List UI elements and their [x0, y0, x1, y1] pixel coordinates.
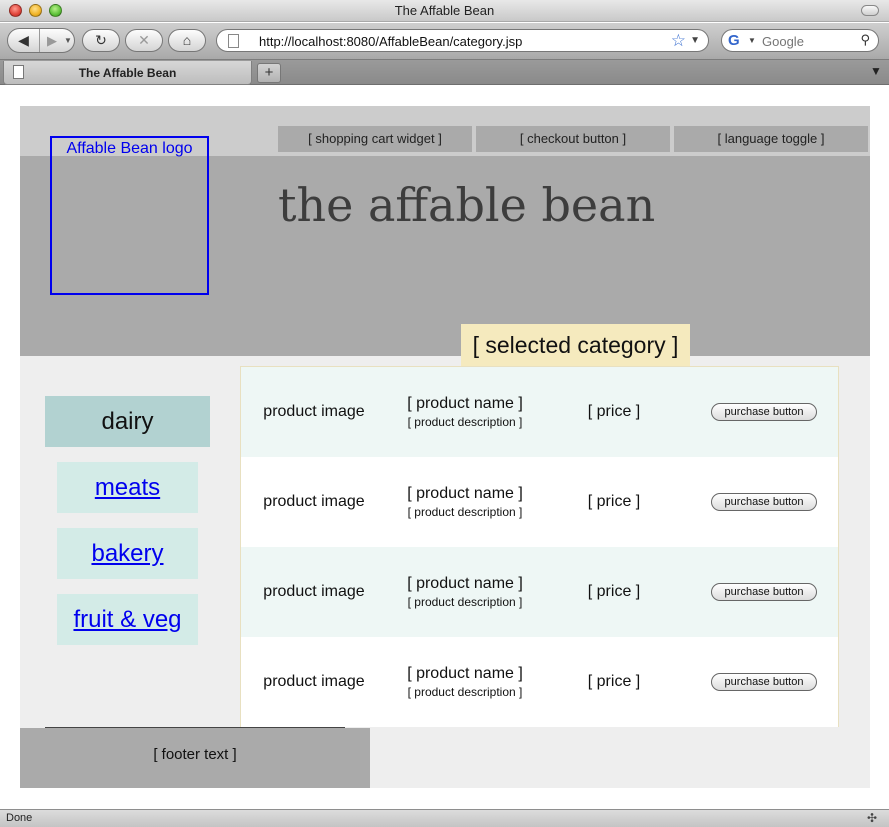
product-row: product image [ product name ] [ product… — [241, 637, 838, 727]
search-input[interactable] — [762, 33, 857, 49]
tab-label: The Affable Bean — [78, 66, 177, 80]
category-bakery[interactable]: bakery — [57, 528, 198, 579]
product-price: [ price ] — [587, 493, 641, 510]
product-price: [ price ] — [587, 673, 641, 690]
site-title: the affable bean — [278, 178, 656, 232]
browser-toolbar: ◀ ▶ ▼ ↻ ✕ ⌂ http://localhost:8080/Affabl… — [0, 23, 889, 59]
stop-icon: ✕ — [138, 32, 150, 48]
product-description: [ product description ] — [407, 685, 523, 699]
window-title: The Affable Bean — [394, 3, 495, 18]
activity-icon: ✣ — [866, 811, 877, 825]
status-text: Done — [6, 812, 33, 824]
product-name: [ product name ] — [407, 395, 523, 412]
tab-list-icon[interactable]: ▼ — [867, 64, 885, 82]
purchase-button[interactable]: purchase button — [711, 403, 817, 421]
url-dropdown-icon[interactable]: ▼ — [690, 35, 700, 46]
back-button[interactable]: ◀ — [8, 29, 40, 52]
url-text[interactable]: http://localhost:8080/AffableBean/catego… — [259, 34, 522, 49]
language-toggle[interactable]: [ language toggle ] — [674, 126, 868, 152]
history-dropdown-icon[interactable]: ▼ — [64, 29, 74, 52]
tab-bar: The Affable Bean + ▼ — [0, 59, 889, 85]
logo-text: Affable Bean logo — [66, 140, 193, 157]
product-image: product image — [263, 493, 365, 510]
home-button[interactable]: ⌂ — [168, 29, 206, 52]
product-row: product image [ product name ] [ product… — [241, 457, 838, 547]
purchase-button[interactable]: purchase button — [711, 493, 817, 511]
page-viewport: Affable Bean logo [ shopping cart widget… — [0, 85, 889, 809]
product-description: [ product description ] — [407, 595, 523, 609]
product-image: product image — [263, 403, 365, 420]
forward-button[interactable]: ▶ — [41, 29, 63, 52]
status-bar: Done ✣ — [0, 809, 889, 827]
nav-button-group: ◀ ▶ ▼ — [7, 28, 75, 53]
product-table: product image [ product name ] [ product… — [240, 366, 839, 727]
tab-affable-bean[interactable]: The Affable Bean — [3, 61, 252, 85]
category-fruit-veg[interactable]: fruit & veg — [57, 594, 198, 645]
product-image: product image — [263, 583, 365, 600]
selected-category-label: [ selected category ] — [461, 324, 690, 366]
product-price: [ price ] — [587, 403, 641, 420]
home-icon: ⌂ — [182, 32, 192, 48]
logo-placeholder[interactable]: Affable Bean logo — [50, 136, 209, 295]
address-bar[interactable]: http://localhost:8080/AffableBean/catego… — [216, 29, 709, 52]
product-row: product image [ product name ] [ product… — [241, 367, 838, 457]
search-icon[interactable]: ⚲ — [860, 32, 870, 48]
new-tab-button[interactable]: + — [257, 63, 281, 83]
page-icon — [228, 34, 239, 48]
main-container: Affable Bean logo [ shopping cart widget… — [20, 106, 870, 788]
search-bar[interactable]: G ▼ ⚲ — [721, 29, 879, 52]
product-price: [ price ] — [587, 583, 641, 600]
footer: [ footer text ] — [20, 728, 370, 788]
category-meats[interactable]: meats — [57, 462, 198, 513]
product-row: product image [ product name ] [ product… — [241, 547, 838, 637]
category-link-bakery[interactable]: bakery — [91, 540, 163, 567]
category-dairy-selected: dairy — [45, 396, 210, 447]
reload-icon: ↻ — [95, 32, 107, 48]
bookmark-star-icon[interactable]: ☆ — [671, 31, 686, 51]
category-link-meats[interactable]: meats — [95, 474, 160, 501]
product-name: [ product name ] — [407, 575, 523, 592]
window-titlebar: The Affable Bean — [0, 0, 889, 22]
product-name: [ product name ] — [407, 485, 523, 502]
stop-button[interactable]: ✕ — [125, 29, 163, 52]
toolbar-toggle-button[interactable] — [861, 5, 879, 16]
checkout-button[interactable]: [ checkout button ] — [476, 126, 670, 152]
purchase-button[interactable]: purchase button — [711, 583, 817, 601]
purchase-button[interactable]: purchase button — [711, 673, 817, 691]
product-description: [ product description ] — [407, 505, 523, 519]
product-name: [ product name ] — [407, 665, 523, 682]
product-image: product image — [263, 673, 365, 690]
reload-button[interactable]: ↻ — [82, 29, 120, 52]
shopping-cart-widget[interactable]: [ shopping cart widget ] — [278, 126, 472, 152]
product-description: [ product description ] — [407, 415, 523, 429]
google-icon[interactable]: G — [728, 32, 746, 50]
search-engine-dropdown-icon[interactable]: ▼ — [748, 36, 756, 45]
category-link-fruit-veg[interactable]: fruit & veg — [73, 606, 181, 633]
